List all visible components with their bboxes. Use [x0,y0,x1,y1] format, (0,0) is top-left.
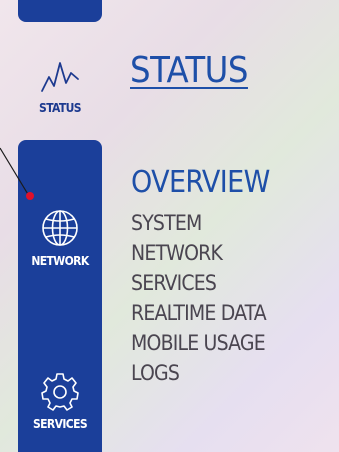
gear-icon [40,371,80,411]
status-submenu: OVERVIEW SYSTEM NETWORK SERVICES REALTIM… [131,166,270,388]
sidebar-item-label: STATUS [39,101,82,115]
menu-item-mobile-usage[interactable]: MOBILE USAGE [131,328,270,358]
sidebar-nav: STATUS NETWORK SERVICES [0,0,102,452]
menu-item-system[interactable]: SYSTEM [131,208,270,238]
sidebar-item-label: NETWORK [31,254,89,268]
menu-item-logs[interactable]: LOGS [131,358,270,388]
sidebar-item-status[interactable]: STATUS [18,44,102,130]
pulse-icon [40,59,80,95]
menu-item-services[interactable]: SERVICES [131,268,270,298]
sidebar-item-services[interactable]: SERVICES [18,350,102,452]
menu-item-network[interactable]: NETWORK [131,238,270,268]
sidebar-item-label: SERVICES [32,417,88,431]
page-title: STATUS [130,50,248,91]
sidebar-item-network[interactable]: NETWORK [18,188,102,288]
menu-item-overview[interactable]: OVERVIEW [131,166,270,200]
screen: STATUS NETWORK SERVICES STATUS OVERVIEW … [0,0,339,452]
menu-item-realtime-data[interactable]: REALTIME DATA [131,298,270,328]
globe-icon [40,208,80,248]
